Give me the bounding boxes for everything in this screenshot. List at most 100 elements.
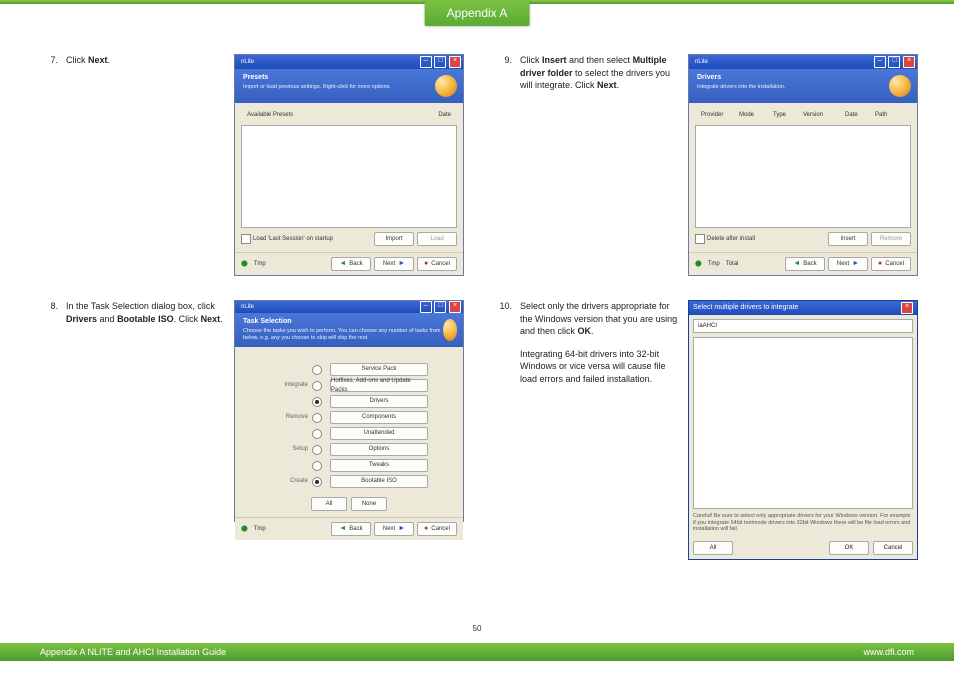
minimize-icon[interactable]: – bbox=[420, 301, 432, 313]
step-number: 7. bbox=[40, 54, 58, 276]
footer-bar: Appendix A NLITE and AHCI Installation G… bbox=[0, 643, 954, 661]
presets-window: nLite – □ × Presets Import or load previ… bbox=[234, 54, 464, 276]
step-7-text: Click Next. bbox=[66, 55, 110, 65]
step-10-text: Select only the drivers appropriate for … bbox=[520, 301, 677, 336]
tmp-label: Tmp bbox=[254, 525, 266, 533]
step-7: 7. Click Next. nLite – □ × Presets bbox=[40, 54, 464, 276]
window-controls[interactable]: – □ × bbox=[419, 301, 461, 313]
step-text: Click Insert and then select Multiple dr… bbox=[520, 54, 680, 276]
task-components[interactable]: Components bbox=[330, 411, 428, 424]
none-button[interactable]: None bbox=[351, 497, 387, 511]
preset-headers: Available Presets Date bbox=[241, 109, 457, 121]
insert-button[interactable]: Insert bbox=[828, 232, 868, 246]
col-mode: Mode bbox=[739, 111, 773, 119]
close-icon[interactable]: × bbox=[449, 56, 461, 68]
maximize-icon[interactable]: □ bbox=[434, 56, 446, 68]
radio-hotfixes[interactable] bbox=[312, 381, 322, 391]
task-options[interactable]: Options bbox=[330, 443, 428, 456]
modal-buttons: All OK Cancel bbox=[693, 541, 913, 555]
radio-unattended[interactable] bbox=[312, 429, 322, 439]
step-number: 8. bbox=[40, 300, 58, 522]
cancel-button[interactable]: ●Cancel bbox=[417, 257, 457, 271]
ok-button[interactable]: OK bbox=[829, 541, 869, 555]
page-number: 50 bbox=[0, 624, 954, 633]
window-footer: ⬤ Tmp ◄Back Next► ●Cancel bbox=[235, 252, 463, 275]
radio-servicepack[interactable] bbox=[312, 365, 322, 375]
task-hotfixes[interactable]: Hotfixes, Add-ons and Update Packs bbox=[330, 379, 428, 392]
appendix-tab: Appendix A bbox=[425, 0, 530, 26]
minimize-icon[interactable]: – bbox=[420, 56, 432, 68]
body-area: Provider Mode Type Version Date Path Del… bbox=[689, 103, 917, 252]
tmp-label: Tmp bbox=[708, 260, 720, 268]
step-number: 10. bbox=[494, 300, 512, 560]
back-button[interactable]: ◄Back bbox=[331, 257, 371, 271]
preset-list[interactable] bbox=[241, 125, 457, 228]
select-drivers-modal: Select multiple drivers to integrate × i… bbox=[688, 300, 918, 560]
radio-tweaks[interactable] bbox=[312, 461, 322, 471]
taskselection-window: nLite – □ × Task Selection Choose the ta… bbox=[234, 300, 464, 522]
maximize-icon[interactable]: □ bbox=[434, 301, 446, 313]
close-icon[interactable]: × bbox=[903, 56, 915, 68]
remove-button[interactable]: Remove bbox=[871, 232, 911, 246]
radio-drivers[interactable] bbox=[312, 397, 322, 407]
cancel-button[interactable]: ●Cancel bbox=[417, 522, 457, 536]
banner-title: Presets bbox=[243, 74, 268, 81]
step-10-text2: Integrating 64-bit drivers into 32-bit W… bbox=[520, 349, 666, 384]
load-last-checkbox[interactable]: Load 'Last Session' on startup bbox=[241, 234, 333, 244]
next-button[interactable]: Next► bbox=[374, 522, 414, 536]
banner: Presets Import or load previous settings… bbox=[235, 69, 463, 103]
driver-select-list[interactable] bbox=[693, 337, 913, 509]
group-remove: Remove bbox=[270, 413, 308, 421]
task-unattended[interactable]: Unattended bbox=[330, 427, 428, 440]
disk-icon: ⬤ bbox=[241, 525, 248, 533]
col-version: Version bbox=[803, 111, 845, 119]
step-8: 8. In the Task Selection dialog box, cli… bbox=[40, 300, 464, 522]
all-button[interactable]: All bbox=[311, 497, 347, 511]
window-footer: ⬤ Tmp ◄Back Next► ●Cancel bbox=[235, 517, 463, 540]
col-date: Date bbox=[845, 111, 875, 119]
cd-icon bbox=[435, 75, 457, 97]
load-button[interactable]: Load bbox=[417, 232, 457, 246]
checkbox-label: Delete after install bbox=[707, 235, 755, 243]
cancel-button[interactable]: Cancel bbox=[873, 541, 913, 555]
step-10: 10. Select only the drivers appropriate … bbox=[494, 300, 918, 560]
window-title: nLite bbox=[237, 58, 254, 66]
back-button[interactable]: ◄Back bbox=[785, 257, 825, 271]
radio-bootiso[interactable] bbox=[312, 477, 322, 487]
modal-title: Select multiple drivers to integrate bbox=[693, 303, 798, 313]
window-footer: ⬤ Tmp Total ◄Back Next► ●Cancel bbox=[689, 252, 917, 275]
banner-subtitle: Integrate drivers into the installation. bbox=[697, 84, 785, 92]
radio-components[interactable] bbox=[312, 413, 322, 423]
col-date: Date bbox=[438, 111, 451, 119]
task-drivers[interactable]: Drivers bbox=[330, 395, 428, 408]
titlebar: nLite – □ × bbox=[235, 55, 463, 69]
import-button[interactable]: Import bbox=[374, 232, 414, 246]
back-button[interactable]: ◄Back bbox=[331, 522, 371, 536]
all-button[interactable]: All bbox=[693, 541, 733, 555]
cancel-button[interactable]: ●Cancel bbox=[871, 257, 911, 271]
col-provider: Provider bbox=[701, 111, 739, 119]
radio-options[interactable] bbox=[312, 445, 322, 455]
task-servicepack[interactable]: Service Pack bbox=[330, 363, 428, 376]
step-8-text: In the Task Selection dialog box, click … bbox=[66, 301, 223, 324]
cd-icon bbox=[889, 75, 911, 97]
close-icon[interactable]: × bbox=[901, 302, 913, 314]
warning-text: Careful! Be sure to select only appropri… bbox=[693, 513, 913, 533]
window-controls[interactable]: – □ × bbox=[419, 56, 461, 68]
maximize-icon[interactable]: □ bbox=[888, 56, 900, 68]
next-button[interactable]: Next► bbox=[828, 257, 868, 271]
checkbox-label: Load 'Last Session' on startup bbox=[253, 235, 333, 243]
task-bootiso[interactable]: Bootable ISO bbox=[330, 475, 428, 488]
next-button[interactable]: Next► bbox=[374, 257, 414, 271]
window-controls[interactable]: – □ × bbox=[873, 56, 915, 68]
total-label: Total bbox=[726, 260, 739, 268]
close-icon[interactable]: × bbox=[449, 301, 461, 313]
task-tweaks[interactable]: Tweaks bbox=[330, 459, 428, 472]
body-area: Service Pack IntegrateHotfixes, Add-ons … bbox=[235, 347, 463, 517]
disk-icon: ⬤ bbox=[695, 260, 702, 268]
minimize-icon[interactable]: – bbox=[874, 56, 886, 68]
driver-list[interactable] bbox=[695, 125, 911, 228]
step-text: In the Task Selection dialog box, click … bbox=[66, 300, 226, 522]
delete-after-checkbox[interactable]: Delete after install bbox=[695, 234, 755, 244]
body-area: Available Presets Date Load 'Last Sessio… bbox=[235, 103, 463, 252]
